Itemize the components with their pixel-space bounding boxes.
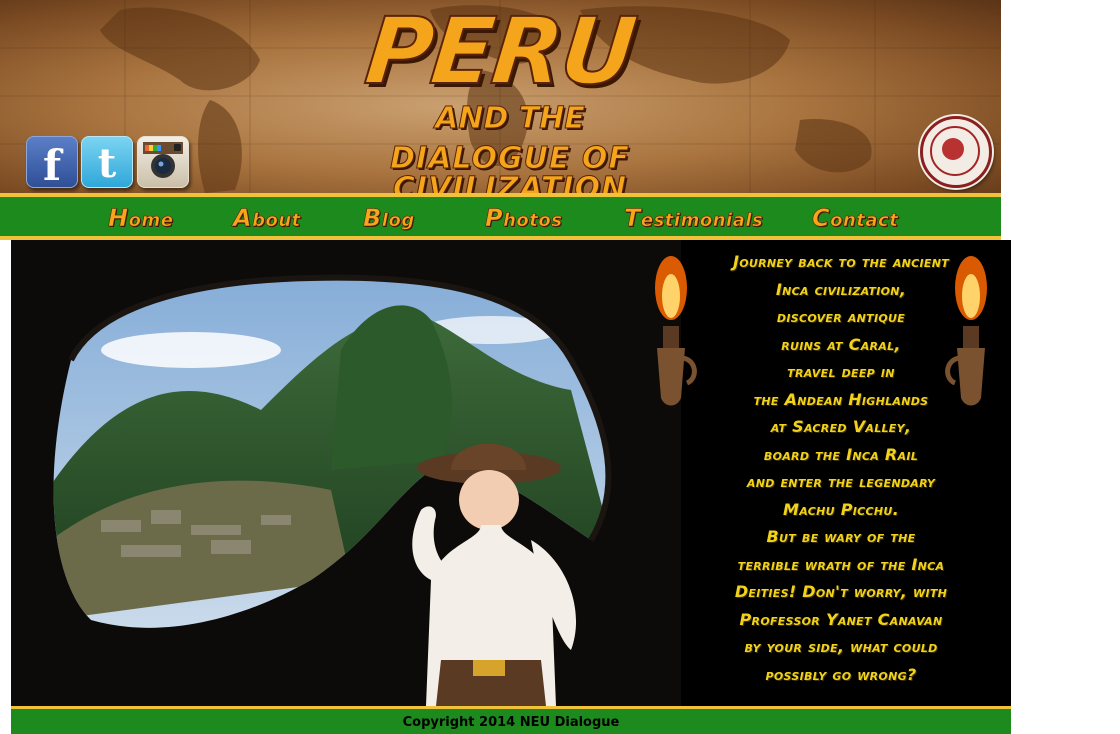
promo-line: Professor Yanet Canavan [739, 609, 943, 629]
instagram-icon[interactable] [137, 136, 189, 188]
main-content: Journey back to the ancient Inca civiliz… [0, 240, 1120, 734]
seal-core [942, 138, 964, 160]
site-header: f t PERU AND THE DIALOGUE OF CIVILIZATIO… [0, 0, 1001, 193]
main-nav: Home About Blog Photos Testimonials Cont… [0, 193, 1001, 240]
facebook-glyph: f [42, 140, 62, 190]
nav-photos[interactable]: Photos [485, 204, 563, 233]
site-title: PERU [360, 0, 641, 106]
promo-line: possibly go wrong? [765, 664, 917, 684]
promo-line: Inca civilization, [775, 279, 907, 299]
twitter-icon[interactable]: t [81, 136, 133, 188]
site-footer: Copyright 2014 NEU Dialogue [11, 706, 1011, 734]
promo-line: the Andean Highlands [753, 389, 929, 409]
promo-line: Journey back to the ancient [732, 252, 950, 271]
nav-testimonials[interactable]: Testimonials [624, 204, 763, 233]
twitter-glyph: t [97, 139, 117, 187]
site-subtitle: DIALOGUE OF CIVILIZATION [390, 141, 630, 193]
nav-contact[interactable]: Contact [812, 204, 898, 233]
university-seal-icon[interactable] [920, 116, 992, 188]
promo-line: board the Inca Rail [763, 444, 919, 464]
promo-line: at Sacred Valley, [770, 417, 912, 436]
promo-line: terrible wrath of the Inca [737, 554, 945, 574]
promo-line: by your side, what could [744, 637, 938, 656]
facebook-icon[interactable]: f [26, 136, 78, 190]
promo-line: discover antique [776, 307, 906, 326]
nav-about[interactable]: About [233, 204, 301, 233]
nav-blog[interactable]: Blog [363, 204, 415, 233]
promo-line: Deities! Don't worry, with [734, 582, 948, 601]
promo-line: travel deep in [787, 362, 895, 381]
promo-line: But be wary of the [766, 527, 916, 546]
promo-line: ruins at Caral, [781, 334, 901, 354]
promo-line: Machu Picchu. [783, 499, 899, 519]
scene-illustration [11, 240, 681, 706]
footer-copyright: Copyright 2014 NEU Dialogue [402, 715, 620, 730]
site-title-and: AND THE [435, 101, 586, 136]
machu-picchu-scene [11, 240, 681, 706]
promo-panel: Journey back to the ancient Inca civiliz… [655, 240, 1011, 706]
promo-line: and enter the legendary [746, 472, 936, 491]
nav-home[interactable]: Home [108, 204, 174, 233]
promo-text: Journey back to the ancient Inca civiliz… [691, 248, 991, 688]
